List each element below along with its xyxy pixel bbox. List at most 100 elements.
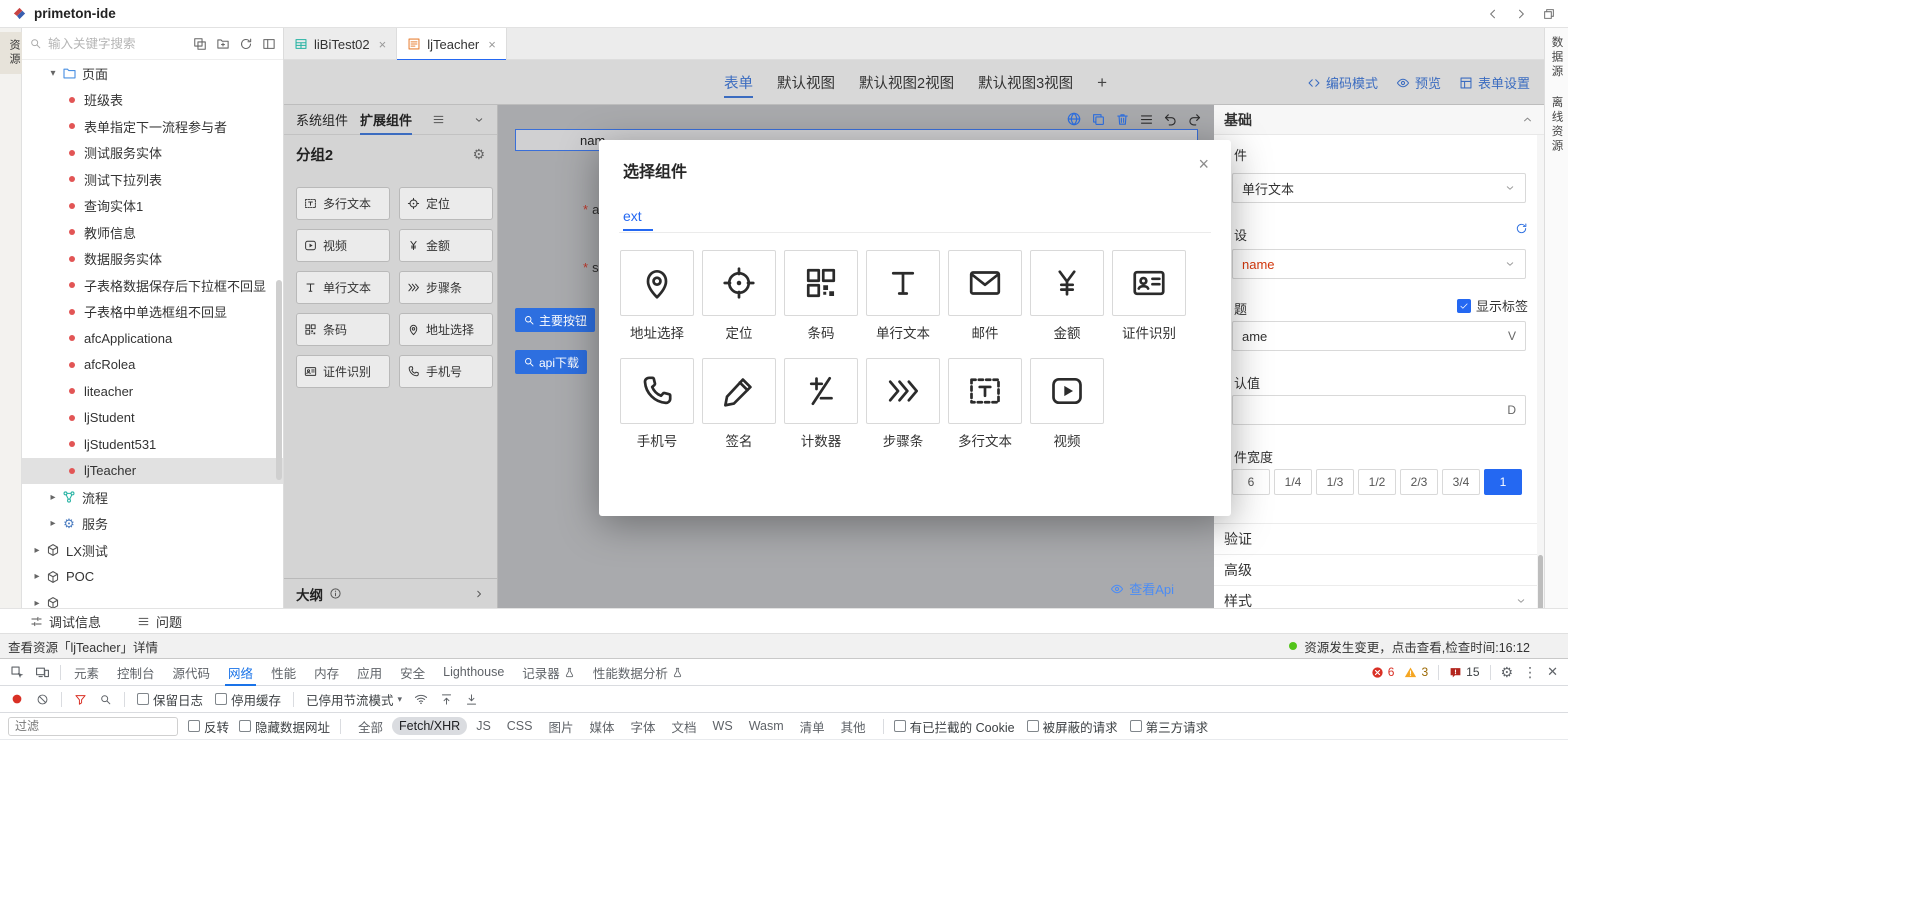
request-type-chip[interactable]: WS (706, 717, 740, 735)
width-option[interactable]: 6 (1232, 469, 1270, 495)
settings-gear-icon[interactable]: ⚙ (1501, 664, 1514, 681)
section-advanced[interactable]: 高级 (1214, 554, 1537, 585)
tree-item[interactable]: afcRolea (22, 352, 283, 379)
delete-icon[interactable] (1115, 112, 1130, 127)
clear-icon[interactable] (36, 693, 49, 706)
close-icon[interactable]: × (1198, 154, 1209, 175)
component-item[interactable]: 证件识别 (296, 355, 390, 388)
dialog-tab-ext[interactable]: ext (623, 208, 642, 224)
tree-item[interactable]: ▸LX测试 (22, 537, 283, 564)
tree-item[interactable]: ▸⚙服务 (22, 511, 283, 538)
bind-field-select[interactable]: name (1232, 249, 1526, 279)
devtools-tab[interactable]: 网络 (219, 659, 262, 686)
tree-item[interactable]: 班级表 (22, 87, 283, 114)
resource-change-notice[interactable]: 资源发生变更，点击查看,检查时间:16:12 (1289, 637, 1530, 656)
component-card[interactable]: 证件识别 (1112, 250, 1186, 342)
debug-info-button[interactable]: 调试信息 (30, 612, 101, 631)
devtools-tab[interactable]: 性能 (262, 659, 305, 686)
request-type-chip[interactable]: CSS (500, 717, 540, 735)
form-view-tab[interactable]: 默认视图3视图 (978, 60, 1073, 105)
tree-item[interactable]: 查询实体1 (22, 193, 283, 220)
request-type-chip[interactable]: Wasm (742, 717, 791, 735)
tree-item[interactable]: 测试下拉列表 (22, 166, 283, 193)
form-view-tab[interactable]: 默认视图2视图 (859, 60, 954, 105)
show-label-checkbox[interactable]: 显示标签 (1457, 296, 1528, 315)
devtools-tab[interactable]: 安全 (391, 659, 434, 686)
width-option[interactable]: 3/4 (1442, 469, 1480, 495)
tree-item[interactable]: liteacher (22, 378, 283, 405)
globe-icon[interactable] (1066, 111, 1082, 127)
request-type-chip[interactable]: 全部 (351, 715, 390, 738)
component-card[interactable]: 条码 (784, 250, 858, 342)
tree-caret-icon[interactable]: ▸ (30, 598, 44, 608)
right-panel-tab[interactable]: 数据源 (1549, 36, 1565, 80)
tree-caret-icon[interactable]: ▸ (46, 492, 60, 503)
disable-cache-checkbox[interactable]: 停用缓存 (215, 690, 281, 709)
add-view-button[interactable]: + (1097, 73, 1107, 93)
tree-item[interactable]: 测试服务实体 (22, 140, 283, 167)
component-item[interactable]: 步骤条 (399, 271, 493, 304)
component-item[interactable]: 条码 (296, 313, 390, 346)
component-card[interactable]: 多行文本 (948, 358, 1022, 450)
gallery-icon[interactable] (193, 37, 207, 51)
chevron-down-icon[interactable] (473, 114, 485, 126)
throttling-select[interactable]: 已停用节流模式▾ (306, 690, 402, 709)
component-card[interactable]: 邮件 (948, 250, 1022, 342)
request-type-chip[interactable]: 图片 (541, 715, 580, 738)
tree-item[interactable]: 表单指定下一流程参与者 (22, 113, 283, 140)
component-card[interactable]: 计数器 (784, 358, 858, 450)
issues-badge[interactable]: 15 (1449, 665, 1479, 679)
header-action-button[interactable]: 编码模式 (1307, 73, 1378, 92)
width-option[interactable]: 1 (1484, 469, 1522, 495)
form-button[interactable]: api下载 (515, 350, 587, 374)
properties-scrollbar[interactable] (1537, 135, 1544, 608)
devtools-tab[interactable]: 应用 (348, 659, 391, 686)
tree-item[interactable]: 数据服务实体 (22, 246, 283, 273)
component-card[interactable]: 地址选择 (620, 250, 694, 342)
tree-item[interactable]: ▸ (22, 590, 283, 608)
back-icon[interactable] (1486, 7, 1500, 21)
close-icon[interactable]: × (488, 37, 496, 52)
request-type-chip[interactable]: JS (469, 717, 498, 735)
default-value-input[interactable]: D (1232, 395, 1526, 425)
devtools-close-icon[interactable]: ✕ (1547, 664, 1558, 680)
forward-icon[interactable] (1514, 7, 1528, 21)
chevron-up-icon[interactable] (1521, 113, 1534, 126)
tree-item[interactable]: ▸POC (22, 564, 283, 591)
problems-button[interactable]: 问题 (137, 612, 182, 631)
tree-item[interactable]: ▸流程 (22, 484, 283, 511)
component-panel-tab[interactable]: 扩展组件 (360, 105, 412, 135)
close-icon[interactable]: × (379, 37, 387, 52)
inspect-icon[interactable] (10, 665, 25, 680)
request-type-chip[interactable]: 字体 (624, 715, 663, 738)
request-type-chip[interactable]: 其他 (834, 715, 873, 738)
network-request-list[interactable] (0, 740, 1568, 902)
preserve-log-checkbox[interactable]: 保留日志 (137, 690, 203, 709)
component-card[interactable]: 单行文本 (866, 250, 940, 342)
invert-checkbox[interactable]: 反转 (188, 717, 229, 736)
record-icon[interactable] (10, 692, 24, 706)
tree-item[interactable]: afcApplicationa (22, 325, 283, 352)
list-icon[interactable] (432, 113, 445, 126)
width-option[interactable]: 1/2 (1358, 469, 1396, 495)
section-validation[interactable]: 验证 (1214, 523, 1537, 554)
width-option[interactable]: 2/3 (1400, 469, 1438, 495)
devtools-tab[interactable]: 内存 (305, 659, 348, 686)
request-type-chip[interactable]: Fetch/XHR (392, 717, 467, 735)
editor-tab[interactable]: ljTeacher× (397, 28, 507, 60)
collapse-icon[interactable] (262, 37, 276, 51)
width-option[interactable]: 1/4 (1274, 469, 1312, 495)
hide-data-urls-checkbox[interactable]: 隐藏数据网址 (239, 717, 330, 736)
tree-item[interactable]: 教师信息 (22, 219, 283, 246)
tree-caret-icon[interactable]: ▸ (30, 571, 44, 582)
network-filter-input[interactable] (8, 717, 178, 736)
search-icon[interactable] (99, 693, 112, 706)
import-har-icon[interactable] (440, 693, 453, 706)
component-card[interactable]: 签名 (702, 358, 776, 450)
devtools-tab[interactable]: Lighthouse (434, 659, 513, 686)
component-item[interactable]: 定位 (399, 187, 493, 220)
request-type-chip[interactable]: 文档 (665, 715, 704, 738)
component-item[interactable]: 地址选择 (399, 313, 493, 346)
copy-icon[interactable] (1091, 112, 1106, 127)
component-type-select[interactable]: 单行文本 (1232, 173, 1526, 203)
